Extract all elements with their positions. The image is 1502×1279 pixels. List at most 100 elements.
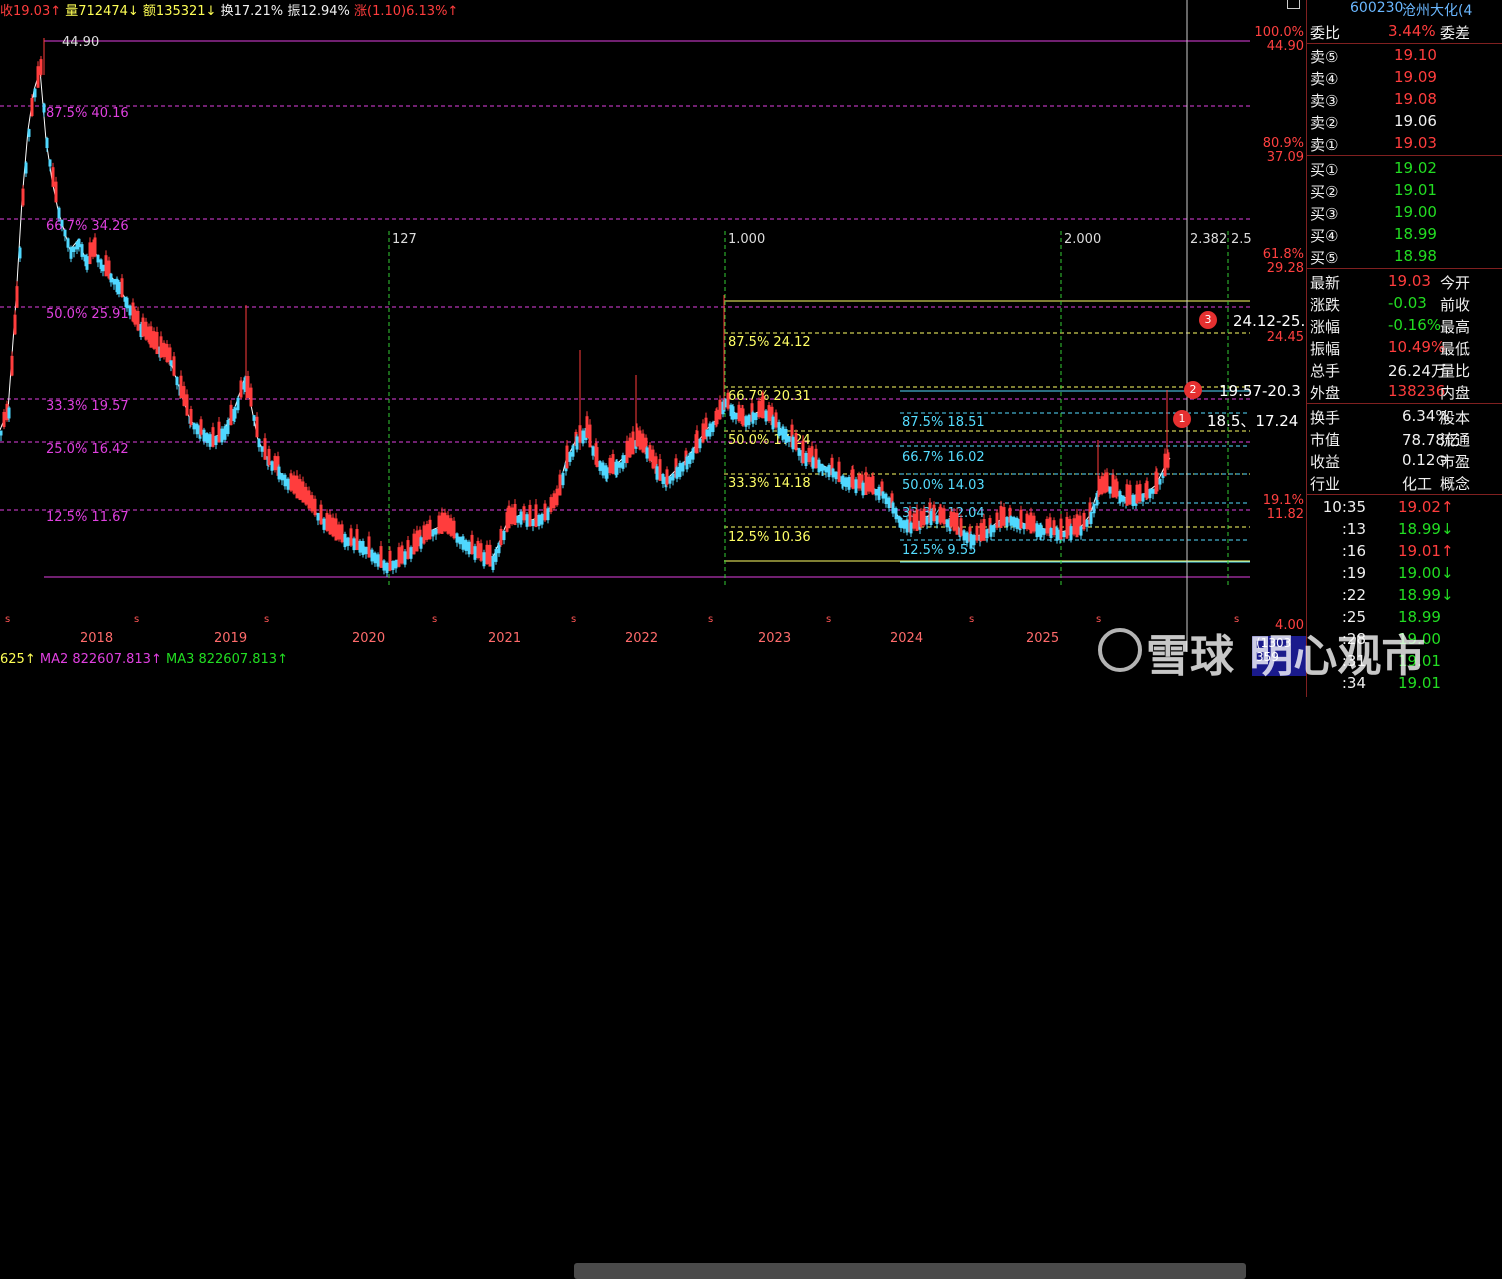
candle-body xyxy=(685,456,689,470)
price-info-bar: 收19.03↑ 量712474↓ 额135321↓ 换17.21% 振12.94… xyxy=(0,0,459,19)
separator xyxy=(1306,494,1502,495)
sell-level-label: 卖③ xyxy=(1310,92,1339,110)
candle-body xyxy=(96,254,100,263)
candle-body xyxy=(688,453,692,464)
candle-body xyxy=(252,415,256,421)
chart-scrollbar-thumb[interactable] xyxy=(574,1263,1246,1279)
sell-level-label: 卖① xyxy=(1310,136,1339,154)
year-label: 2022 xyxy=(625,631,659,646)
candle-body xyxy=(1012,517,1016,528)
candle-body xyxy=(817,459,821,473)
candle-body xyxy=(894,508,898,520)
weibi-row: 委比 3.44% 委差 xyxy=(1306,20,1502,42)
candle-body xyxy=(101,264,105,272)
sell-level-row[interactable]: 卖③ 19.08 xyxy=(1306,88,1502,110)
candle-body xyxy=(1069,526,1073,540)
quote-row: 外盘 138236 内盘 xyxy=(1306,380,1502,402)
buy-level-row[interactable]: 买② 19.01 xyxy=(1306,179,1502,201)
candle-body xyxy=(42,103,46,113)
candle-body xyxy=(382,560,386,571)
quote-row: 最新 19.03 今开 xyxy=(1306,270,1502,292)
candle-body xyxy=(985,529,989,539)
price-scale-percent: 19.1% xyxy=(1262,493,1304,508)
quote-row: 涨幅 -0.16% 最高 xyxy=(1306,314,1502,336)
quote-value: -0.16% xyxy=(1388,316,1442,334)
candle-body xyxy=(811,457,815,469)
separator xyxy=(1306,403,1502,404)
turnover-info: 换17.21% xyxy=(220,4,284,19)
candle-body xyxy=(751,412,755,424)
candle-body xyxy=(464,540,468,551)
buy-level-row[interactable]: 买① 19.02 xyxy=(1306,157,1502,179)
candle-body xyxy=(605,467,609,479)
candle-body xyxy=(409,547,413,559)
candle-body xyxy=(887,497,891,509)
candle-body xyxy=(376,554,380,567)
candle-body xyxy=(175,376,179,386)
quote-label: 涨幅 xyxy=(1310,318,1341,336)
candle-body xyxy=(972,535,976,546)
buy-level-price: 19.02 xyxy=(1394,159,1437,177)
candle-body xyxy=(797,448,801,456)
ex-dividend-marker: s xyxy=(134,614,139,625)
candle-body xyxy=(945,519,949,528)
candle-body xyxy=(286,478,290,490)
candle-body xyxy=(1062,531,1066,538)
candle-body xyxy=(394,560,398,569)
kline-chart-area[interactable]: 87.5% 40.16 66.7% 34.26 50.0% 25.91 33.3% 1… xyxy=(0,0,1252,652)
price-scale-value: 29.28 xyxy=(1266,261,1304,276)
buy-level-row[interactable]: 买⑤ 18.98 xyxy=(1306,245,1502,267)
quote-row: 振幅 10.49% 最低 xyxy=(1306,336,1502,358)
candle-body xyxy=(220,428,224,443)
fundamental-right-label: 市盈 xyxy=(1440,453,1471,471)
sell-level-row[interactable]: 卖① 19.03 xyxy=(1306,132,1502,154)
candle-body xyxy=(744,416,748,427)
candle-body xyxy=(962,530,966,541)
candle-body xyxy=(854,479,858,494)
candle-body xyxy=(787,436,791,442)
fundamental-row[interactable]: 行业 化工 概念 xyxy=(1306,471,1502,493)
panel-toggle-checkbox[interactable] xyxy=(1287,0,1300,9)
sell-level-row[interactable]: 卖② 19.06 xyxy=(1306,110,1502,132)
candle-body xyxy=(431,529,435,537)
candle-body xyxy=(615,461,619,475)
fundamental-label: 换手 xyxy=(1310,409,1341,427)
quote-value: 26.24万 xyxy=(1388,362,1446,380)
separator xyxy=(1306,268,1502,269)
ex-dividend-marker: s xyxy=(708,614,713,625)
candle-body xyxy=(671,473,675,481)
candle-body xyxy=(1079,526,1083,536)
candle-body xyxy=(1089,512,1093,524)
candle-body xyxy=(1118,491,1122,503)
candle-body xyxy=(27,129,31,137)
candle-body xyxy=(467,541,471,555)
sell-level-row[interactable]: 卖⑤ 19.10 xyxy=(1306,44,1502,66)
sell-level-row[interactable]: 卖④ 19.09 xyxy=(1306,66,1502,88)
ex-dividend-marker: s xyxy=(432,614,437,625)
candle-body xyxy=(502,530,506,541)
buy-level-row[interactable]: 买④ 18.99 xyxy=(1306,223,1502,245)
change-info: 涨(1.10)6.13%↑ xyxy=(354,4,459,19)
fib3-level-label: 12.5% 9.55 xyxy=(902,543,976,558)
candle-body xyxy=(1108,486,1112,494)
kline-chart[interactable]: 87.5% 40.16 66.7% 34.26 50.0% 25.91 33.3% 1… xyxy=(0,0,1252,652)
buy-level-price: 19.01 xyxy=(1394,181,1437,199)
candle-body xyxy=(18,247,22,259)
candle-body xyxy=(537,514,541,527)
buy-level-row[interactable]: 买③ 19.00 xyxy=(1306,201,1502,223)
candle-body xyxy=(33,88,37,98)
candle-body xyxy=(316,513,320,521)
candle-body xyxy=(645,447,649,459)
quote-panel: 600230 沧州大化(4 委比 3.44% 委差 卖⑤ 19.10 卖④ 19.09 卖③ 19.… xyxy=(1306,0,1502,697)
candle-body xyxy=(568,452,572,462)
candle-body xyxy=(24,162,28,174)
fib-level-label: 50.0% 25.91 xyxy=(46,307,129,322)
quote-label: 涨跌 xyxy=(1310,296,1341,314)
separator xyxy=(1306,155,1502,156)
fundamental-row: 收益 0.12⊙ 市盈 xyxy=(1306,449,1502,471)
candle-body xyxy=(214,435,218,446)
candle-body xyxy=(925,517,929,525)
fib3-level-label: 87.5% 18.51 xyxy=(902,415,985,430)
candle-body xyxy=(63,229,67,237)
candle-body xyxy=(824,466,828,473)
